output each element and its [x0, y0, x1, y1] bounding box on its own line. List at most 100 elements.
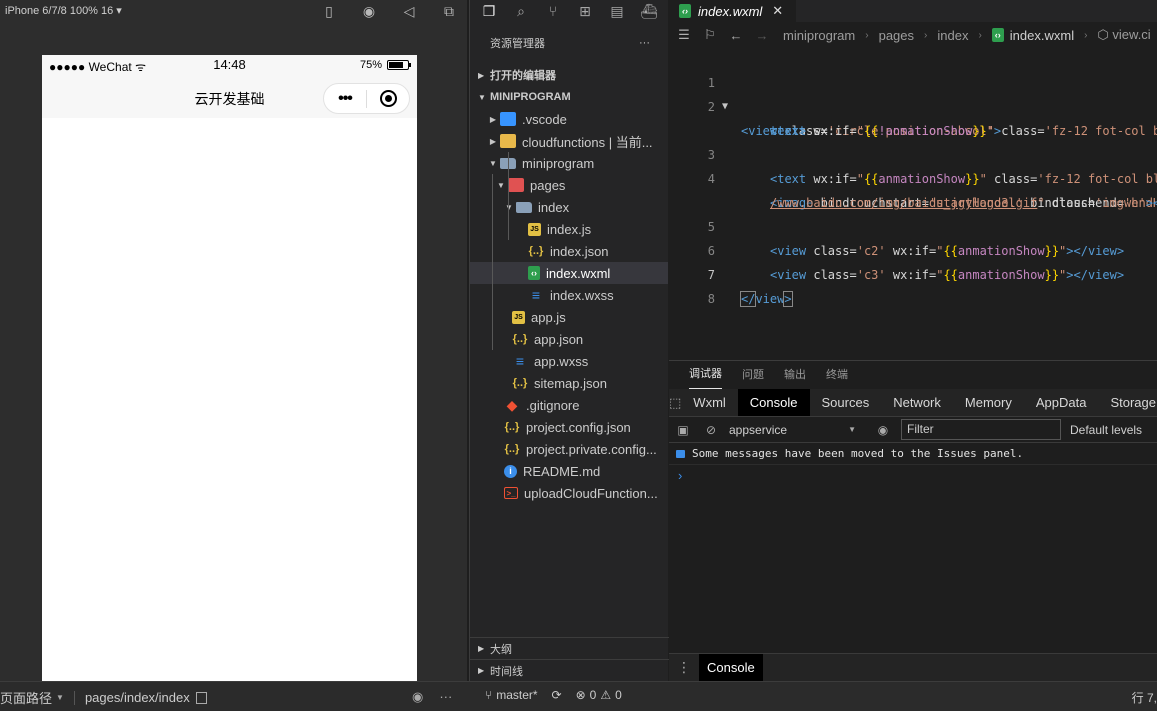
tab-problems[interactable]: 问题: [742, 366, 764, 389]
wxml-file-icon: ‹›: [679, 4, 691, 18]
code-line-current: 7 </view>: [707, 268, 793, 307]
tree-item-miniprogram[interactable]: ▼ miniprogram: [470, 152, 668, 174]
console-prompt[interactable]: ›: [669, 465, 1157, 487]
chevron-right-icon: ▶: [489, 114, 497, 124]
code-line-wrapped: /www.baidu.com/img/baidu_jgylogo3.gif" c…: [770, 196, 1157, 210]
project-section[interactable]: ▼ MINIPROGRAM: [470, 86, 668, 108]
breadcrumb-item[interactable]: ‹› index.wxml: [991, 28, 1074, 43]
tree-item-readme[interactable]: i README.md: [470, 460, 668, 482]
tab-console[interactable]: Console: [737, 389, 810, 416]
tree-item-index-js[interactable]: JS index.js: [470, 218, 668, 240]
search-icon[interactable]: ⌕: [510, 1, 532, 21]
close-miniprogram-button[interactable]: [367, 90, 409, 107]
device-select[interactable]: iPhone 6/7/8 100% 16 ▾: [5, 4, 122, 17]
breadcrumb-item[interactable]: ⬡ view.ci: [1097, 27, 1150, 43]
vscode-folder-icon: [500, 112, 516, 126]
tree-item-upload-script[interactable]: >_ uploadCloudFunction...: [470, 482, 668, 504]
extensions-icon[interactable]: ⊞: [574, 1, 596, 21]
outline-section[interactable]: ▶ 大纲: [470, 637, 669, 659]
files-icon[interactable]: ❐: [478, 1, 500, 21]
tab-memory[interactable]: Memory: [953, 389, 1024, 416]
phone-icon[interactable]: ▯: [318, 2, 340, 20]
window-icon[interactable]: ⧉: [438, 2, 460, 20]
chevron-right-icon: ▶: [489, 136, 497, 146]
json-file-icon: {..}: [512, 333, 528, 345]
record-icon[interactable]: ◉: [358, 2, 380, 20]
problems-indicator[interactable]: ⊗ 0 ⚠ 0: [576, 688, 622, 702]
more-actions-icon[interactable]: ···: [639, 37, 650, 49]
tab-terminal[interactable]: 终端: [826, 366, 848, 389]
inspect-element-icon[interactable]: ⬚: [669, 395, 681, 411]
breadcrumb-item[interactable]: index: [937, 28, 968, 43]
tree-item-gitignore[interactable]: ◆ .gitignore: [470, 394, 668, 416]
devtools-tabs: ⬚ Wxml Console Sources Network Memory Ap…: [669, 389, 1157, 417]
copy-icon[interactable]: [195, 691, 207, 704]
tab-wxml[interactable]: Wxml: [681, 389, 738, 416]
more-icon[interactable]: ···: [439, 689, 452, 705]
wxml-file-icon: ‹›: [991, 28, 1004, 42]
file-tree: ▶ .vscode ▶ cloudfunctions | 当前... ▼ min…: [470, 108, 668, 504]
tab-appdata[interactable]: AppData: [1024, 389, 1099, 416]
capsule-menu: •••: [323, 83, 410, 114]
kebab-menu-icon[interactable]: ⋮: [669, 659, 699, 676]
phone-status-bar: ●●●●● WeChat ᯤ 14:48 75%: [42, 55, 417, 77]
tree-item-pages[interactable]: ▼ pages: [470, 174, 668, 196]
log-levels-select[interactable]: Default levels: [1070, 423, 1142, 437]
tree-item-sitemap-json[interactable]: {..} sitemap.json: [470, 372, 668, 394]
drawer-tab-console[interactable]: Console: [699, 653, 763, 682]
filter-input[interactable]: Filter: [901, 419, 1061, 440]
chevron-right-icon: ›: [924, 29, 928, 41]
more-dots-icon[interactable]: •••: [324, 90, 366, 108]
status-bar: 页面路径 ▼ pages/index/index ◉ ··· ⑂ master* …: [0, 681, 1157, 711]
tree-item-index-wxml[interactable]: ‹› index.wxml: [470, 262, 668, 284]
clear-console-icon[interactable]: ⊘: [697, 423, 725, 437]
timeline-section[interactable]: ▶ 时间线: [470, 659, 669, 681]
storage-icon[interactable]: ▤: [606, 1, 628, 21]
cursor-position[interactable]: 行 7,: [1132, 689, 1157, 706]
console-toolbar: ▣ ⊘ appservice ▼ ◉ Filter Default levels: [669, 417, 1157, 443]
sidebar-toggle-icon[interactable]: ▣: [669, 423, 697, 437]
bookmark-icon[interactable]: ⚐: [699, 27, 721, 43]
tree-item-app-wxss[interactable]: ≡ app.wxss: [470, 350, 668, 372]
tree-item-app-json[interactable]: {..} app.json: [470, 328, 668, 350]
open-editors-section[interactable]: ▶ 打开的编辑器: [470, 64, 668, 86]
tab-index-wxml[interactable]: ‹› index.wxml ✕: [669, 0, 797, 22]
code-line: 1 ▼ <view class='circle position-absol'>: [707, 76, 1002, 138]
tree-item-project-config[interactable]: {..} project.config.json: [470, 416, 668, 438]
breadcrumb-item[interactable]: pages: [879, 28, 914, 43]
forward-icon[interactable]: →: [751, 28, 773, 43]
tab-sources[interactable]: Sources: [810, 389, 882, 416]
breadcrumb-item[interactable]: miniprogram: [783, 28, 855, 43]
volume-icon[interactable]: ◁: [398, 2, 420, 20]
editor-tabs: ‹› index.wxml ✕: [669, 0, 1157, 22]
tree-item-index-wxss[interactable]: ≡ index.wxss: [470, 284, 668, 306]
tab-network[interactable]: Network: [881, 389, 953, 416]
context-select[interactable]: appservice ▼: [725, 420, 861, 440]
branch-icon: ⑂: [485, 688, 493, 702]
tree-item-app-js[interactable]: JS app.js: [470, 306, 668, 328]
sync-icon[interactable]: ⟳: [552, 688, 562, 702]
docker-icon[interactable]: ⛴: [638, 1, 660, 21]
source-control-icon[interactable]: ⑂: [542, 1, 564, 21]
eye-icon[interactable]: ◉: [412, 689, 423, 705]
list-icon[interactable]: ☰: [673, 27, 695, 43]
tree-item-cloudfunctions[interactable]: ▶ cloudfunctions | 当前...: [470, 130, 668, 152]
breadcrumb: ☰ ⚐ ← → miniprogram › pages › index › ‹›…: [669, 22, 1157, 48]
page-path-label[interactable]: 页面路径: [0, 688, 52, 707]
chevron-right-icon: ›: [1084, 29, 1088, 41]
tab-debugger[interactable]: 调试器: [689, 365, 722, 389]
close-icon[interactable]: ✕: [772, 3, 783, 19]
eye-icon[interactable]: ◉: [869, 423, 897, 437]
tab-storage[interactable]: Storage: [1098, 389, 1157, 416]
phone-screen: ●●●●● WeChat ᯤ 14:48 75% 云开发基础 •••: [42, 55, 417, 681]
code-area[interactable]: 1 ▼ <view class='circle position-absol'>…: [669, 47, 1157, 307]
tree-item-index-folder[interactable]: ▼ index: [470, 196, 668, 218]
tree-item-index-json[interactable]: {..} index.json: [470, 240, 668, 262]
tab-output[interactable]: 输出: [784, 366, 806, 389]
git-branch[interactable]: ⑂ master*: [485, 688, 538, 702]
back-icon[interactable]: ←: [725, 28, 747, 43]
folder-open-icon: [516, 201, 532, 213]
activity-bar: ❐ ⌕ ⑂ ⊞ ▤ ⛴: [470, 0, 668, 22]
tree-item-vscode[interactable]: ▶ .vscode: [470, 108, 668, 130]
tree-item-project-private-config[interactable]: {..} project.private.config...: [470, 438, 668, 460]
